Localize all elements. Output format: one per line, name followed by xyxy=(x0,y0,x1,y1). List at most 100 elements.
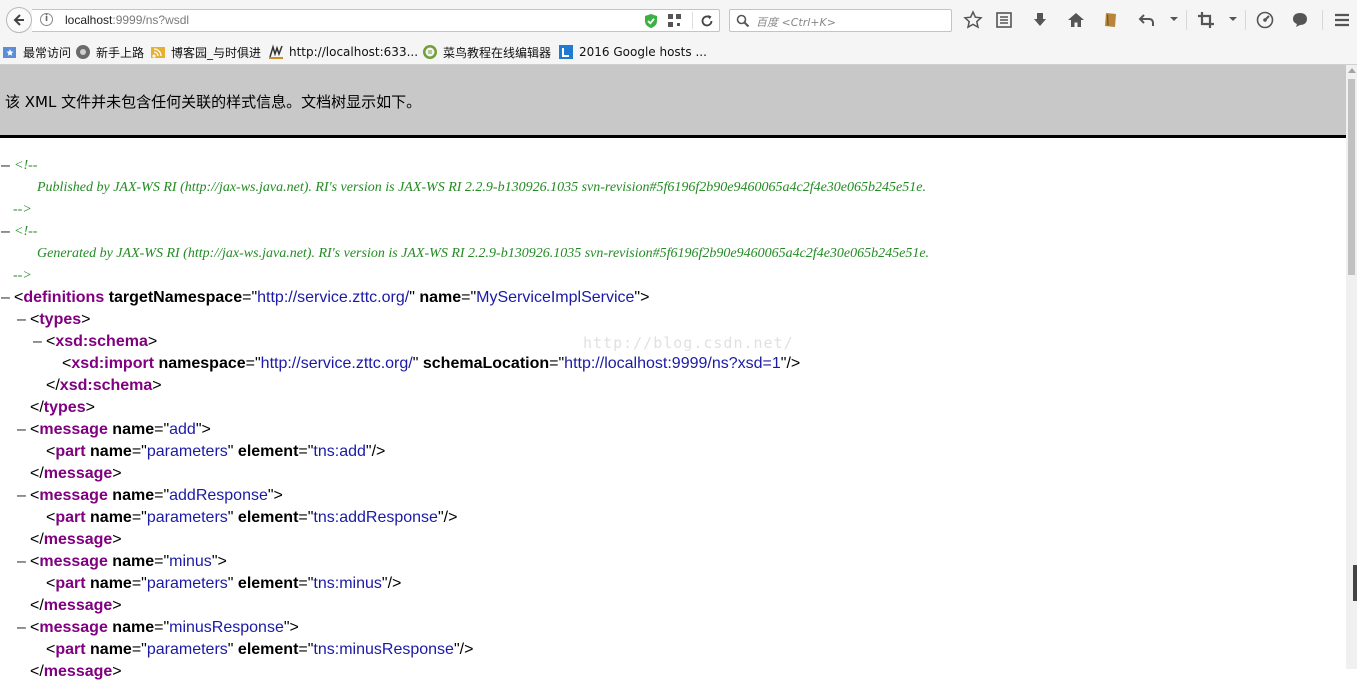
comment-close: --> xyxy=(13,202,32,217)
toolbar-separator xyxy=(1322,10,1323,30)
home-icon[interactable] xyxy=(1066,10,1086,30)
reload-icon[interactable] xyxy=(699,13,715,29)
collapse-toggle[interactable]: – xyxy=(1,155,10,177)
xml-element-schema: <xsd:schema> xyxy=(46,333,158,350)
bookmark-label: http://localhost:633... xyxy=(289,45,419,59)
xml-close-message: </message> xyxy=(30,597,122,614)
collapse-toggle[interactable]: – xyxy=(33,331,42,353)
star-folder-icon xyxy=(3,47,16,58)
xml-element-part: <part name="parameters" element="tns:add… xyxy=(46,443,386,460)
bookmark-label: 菜鸟教程在线编辑器 xyxy=(443,45,552,60)
bookmark-label: 最常访问 xyxy=(23,45,72,60)
bookmark-item[interactable]: http://localhost:633... xyxy=(268,43,418,61)
xml-element-part: <part name="parameters" element="tns:min… xyxy=(46,575,402,592)
xml-close-message: </message> xyxy=(30,531,122,548)
xml-line: – <message name="add"> xyxy=(0,419,1346,441)
toolbar-separator xyxy=(1186,10,1187,30)
collapse-toggle[interactable]: – xyxy=(17,551,26,573)
xml-element-message: <message name="add"> xyxy=(30,421,211,438)
scrollbar-thumb[interactable] xyxy=(1348,79,1355,275)
collapse-toggle[interactable]: – xyxy=(17,485,26,507)
bookmark-label: 新手上路 xyxy=(96,45,145,60)
toolbar-separator xyxy=(1245,10,1246,30)
xml-close-message: </message> xyxy=(30,663,122,680)
collapse-toggle[interactable]: – xyxy=(17,419,26,441)
xml-line: --> xyxy=(0,265,1346,287)
window-edge-marker xyxy=(1353,565,1357,601)
xml-line: – <message name="addResponse"> xyxy=(0,485,1346,507)
xml-line: --> xyxy=(0,199,1346,221)
xml-close-schema: </xsd:schema> xyxy=(46,377,162,394)
bookmark-label: 博客园_与时俱进 xyxy=(171,45,262,60)
xml-element-message: <message name="minus"> xyxy=(30,553,227,570)
xml-line: </message> xyxy=(0,463,1346,485)
navigation-toolbar: i localhost:9999/ns?wsdl 百度 <Ctrl+K> xyxy=(0,0,1357,40)
screenshot-dropdown-icon[interactable] xyxy=(1229,17,1237,21)
xml-line: </types> xyxy=(0,397,1346,419)
xml-info-text: 该 XML 文件并未包含任何关联的样式信息。文档树显示如下。 xyxy=(5,93,422,111)
page-favicon-icon xyxy=(269,44,283,59)
bookmark-item[interactable]: 博客园_与时俱进 xyxy=(150,43,261,61)
chat-bubble-icon[interactable] xyxy=(1290,10,1310,30)
xml-info-banner: 该 XML 文件并未包含任何关联的样式信息。文档树显示如下。 xyxy=(0,65,1346,138)
bookmark-item[interactable]: 新手上路 xyxy=(75,43,144,61)
collapse-toggle[interactable]: – xyxy=(17,309,26,331)
bookmarks-toolbar: 最常访问 新手上路 博客园_与时俱进 http://localhost:633.… xyxy=(0,40,1357,65)
xml-line: <part name="parameters" element="tns:min… xyxy=(0,573,1346,595)
xml-line: <part name="parameters" element="tns:min… xyxy=(0,639,1346,661)
speed-dial-icon[interactable] xyxy=(1255,10,1275,30)
qr-code-icon[interactable] xyxy=(668,14,681,27)
downloads-icon[interactable] xyxy=(1030,10,1050,30)
comment-text: Generated by JAX-WS RI (http://jax-ws.ja… xyxy=(37,246,930,261)
search-bar[interactable]: 百度 <Ctrl+K> xyxy=(729,9,952,32)
screenshot-crop-icon[interactable] xyxy=(1196,10,1216,30)
site-info-icon[interactable]: i xyxy=(40,13,53,26)
collapse-toggle[interactable]: – xyxy=(17,617,26,639)
xml-close-message: </message> xyxy=(30,465,122,482)
xml-line: <xsd:import namespace="http://service.zt… xyxy=(0,353,1346,375)
xml-line: – <!-- xyxy=(0,155,1346,177)
xml-line: – <definitions targetNamespace="http://s… xyxy=(0,287,1346,309)
xml-element-message: <message name="minusResponse"> xyxy=(30,619,299,636)
bookmark-star-icon[interactable] xyxy=(963,10,983,30)
url-path: :9999/ns?wsdl xyxy=(112,13,190,27)
firefox-icon xyxy=(76,45,90,59)
pocket-book-icon[interactable] xyxy=(1101,10,1121,30)
url-bar[interactable]: i localhost:9999/ns?wsdl xyxy=(32,9,720,32)
bookmark-item[interactable]: 最常访问 xyxy=(2,43,71,61)
bookmark-item[interactable]: 2016 Google hosts ... xyxy=(558,43,707,61)
bookmark-l-icon xyxy=(559,45,573,59)
scroll-up-arrow-icon[interactable] xyxy=(1348,68,1356,73)
bookmark-label: 2016 Google hosts ... xyxy=(579,45,707,59)
comment-open: <!-- xyxy=(14,224,38,239)
url-text[interactable]: localhost:9999/ns?wsdl xyxy=(65,13,189,27)
xml-element-import: <xsd:import namespace="http://service.zt… xyxy=(62,355,801,372)
back-button[interactable] xyxy=(6,7,32,33)
bookmarks-list-icon[interactable] xyxy=(994,10,1014,30)
undo-history-icon[interactable] xyxy=(1137,10,1157,30)
url-divider xyxy=(692,12,693,29)
shield-check-icon[interactable] xyxy=(644,13,658,29)
xml-line: – <types> xyxy=(0,309,1346,331)
bookmark-item[interactable]: 菜鸟教程在线编辑器 xyxy=(422,43,551,61)
xml-line: – <message name="minusResponse"> xyxy=(0,617,1346,639)
search-placeholder: 百度 <Ctrl+K> xyxy=(756,16,836,29)
xml-element-types: <types> xyxy=(30,311,91,328)
collapse-toggle[interactable]: – xyxy=(1,221,10,243)
rss-feed-icon xyxy=(151,47,165,58)
xml-line: – <message name="minus"> xyxy=(0,551,1346,573)
xml-line: <part name="parameters" element="tns:add… xyxy=(0,507,1346,529)
comment-close: --> xyxy=(13,268,32,283)
url-host: localhost xyxy=(65,13,113,27)
xml-line: Published by JAX-WS RI (http://jax-ws.ja… xyxy=(0,177,1346,199)
xml-element-part: <part name="parameters" element="tns:min… xyxy=(46,641,474,658)
collapse-toggle[interactable]: – xyxy=(1,287,10,309)
xml-line: </message> xyxy=(0,595,1346,617)
xml-line: </message> xyxy=(0,529,1346,551)
menu-hamburger-icon[interactable] xyxy=(1332,10,1352,30)
history-dropdown-icon[interactable] xyxy=(1170,17,1178,21)
xml-element-definitions: <definitions targetNamespace="http://ser… xyxy=(14,289,650,306)
comment-text: Published by JAX-WS RI (http://jax-ws.ja… xyxy=(37,180,926,195)
xml-element-part: <part name="parameters" element="tns:add… xyxy=(46,509,458,526)
comment-open: <!-- xyxy=(14,158,38,173)
